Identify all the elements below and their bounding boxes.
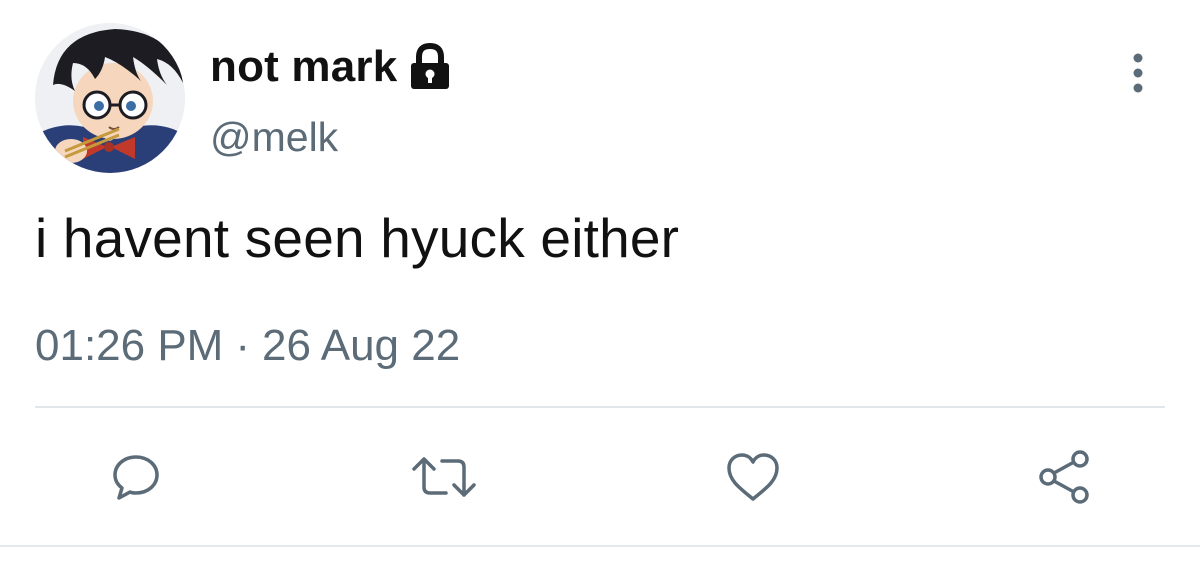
like-button[interactable] [721, 447, 785, 507]
share-icon [1039, 450, 1089, 504]
tweet-card: not mark @melk i havent seen hyuck eithe… [0, 0, 1200, 565]
user-handle[interactable]: @melk [210, 117, 338, 158]
reply-button[interactable] [104, 447, 168, 507]
retweet-icon [412, 457, 476, 497]
heart-icon [727, 453, 779, 501]
comment-icon [113, 455, 159, 500]
retweet-button[interactable] [412, 447, 476, 507]
name-row: not mark [210, 40, 453, 94]
bottom-divider [0, 545, 1200, 547]
tweet-time: 01:26 PM [35, 321, 224, 370]
timestamp-separator: · [235, 321, 250, 370]
tweet-timestamp[interactable]: 01:26 PM · 26 Aug 22 [35, 321, 461, 370]
tweet-date: 26 Aug 22 [262, 321, 461, 370]
divider [35, 406, 1165, 408]
display-name[interactable]: not mark [210, 45, 397, 89]
avatar-illustration [35, 23, 185, 173]
tweet-text: i havent seen hyuck either [35, 207, 680, 269]
share-button[interactable] [1034, 447, 1098, 507]
profile-avatar[interactable] [35, 23, 185, 173]
more-vertical-icon[interactable] [1122, 50, 1154, 96]
lock-icon [407, 42, 453, 92]
